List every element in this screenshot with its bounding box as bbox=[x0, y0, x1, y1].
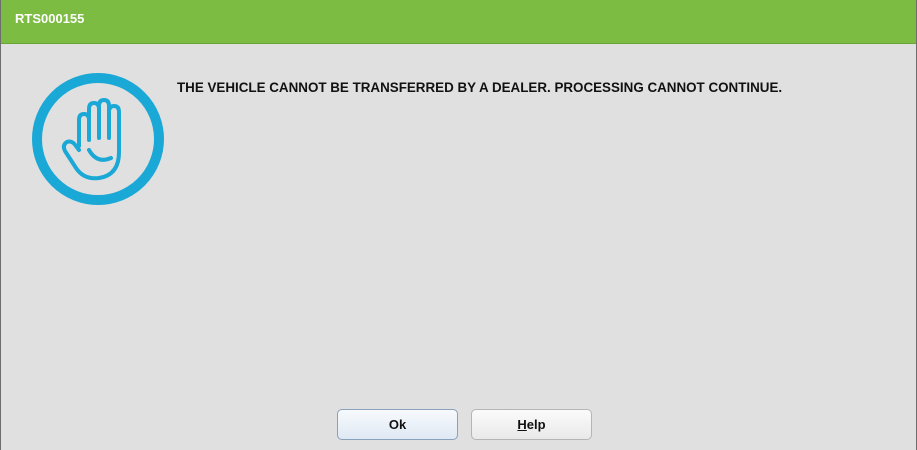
ok-button[interactable]: Ok bbox=[337, 409, 458, 440]
dialog-title: RTS000155 bbox=[15, 11, 85, 26]
help-mnemonic: H bbox=[517, 417, 527, 432]
help-button-label: Help bbox=[517, 417, 545, 432]
error-message: THE VEHICLE CANNOT BE TRANSFERRED BY A D… bbox=[177, 80, 783, 95]
stop-hand-icon bbox=[32, 73, 164, 205]
help-label-rest: elp bbox=[526, 417, 546, 432]
help-button[interactable]: Help bbox=[471, 409, 592, 440]
error-dialog: RTS000155 THE VEHICLE CANNOT BE TRANSFER… bbox=[0, 0, 917, 450]
title-bar[interactable]: RTS000155 bbox=[1, 0, 916, 44]
ok-button-label: Ok bbox=[388, 417, 407, 432]
